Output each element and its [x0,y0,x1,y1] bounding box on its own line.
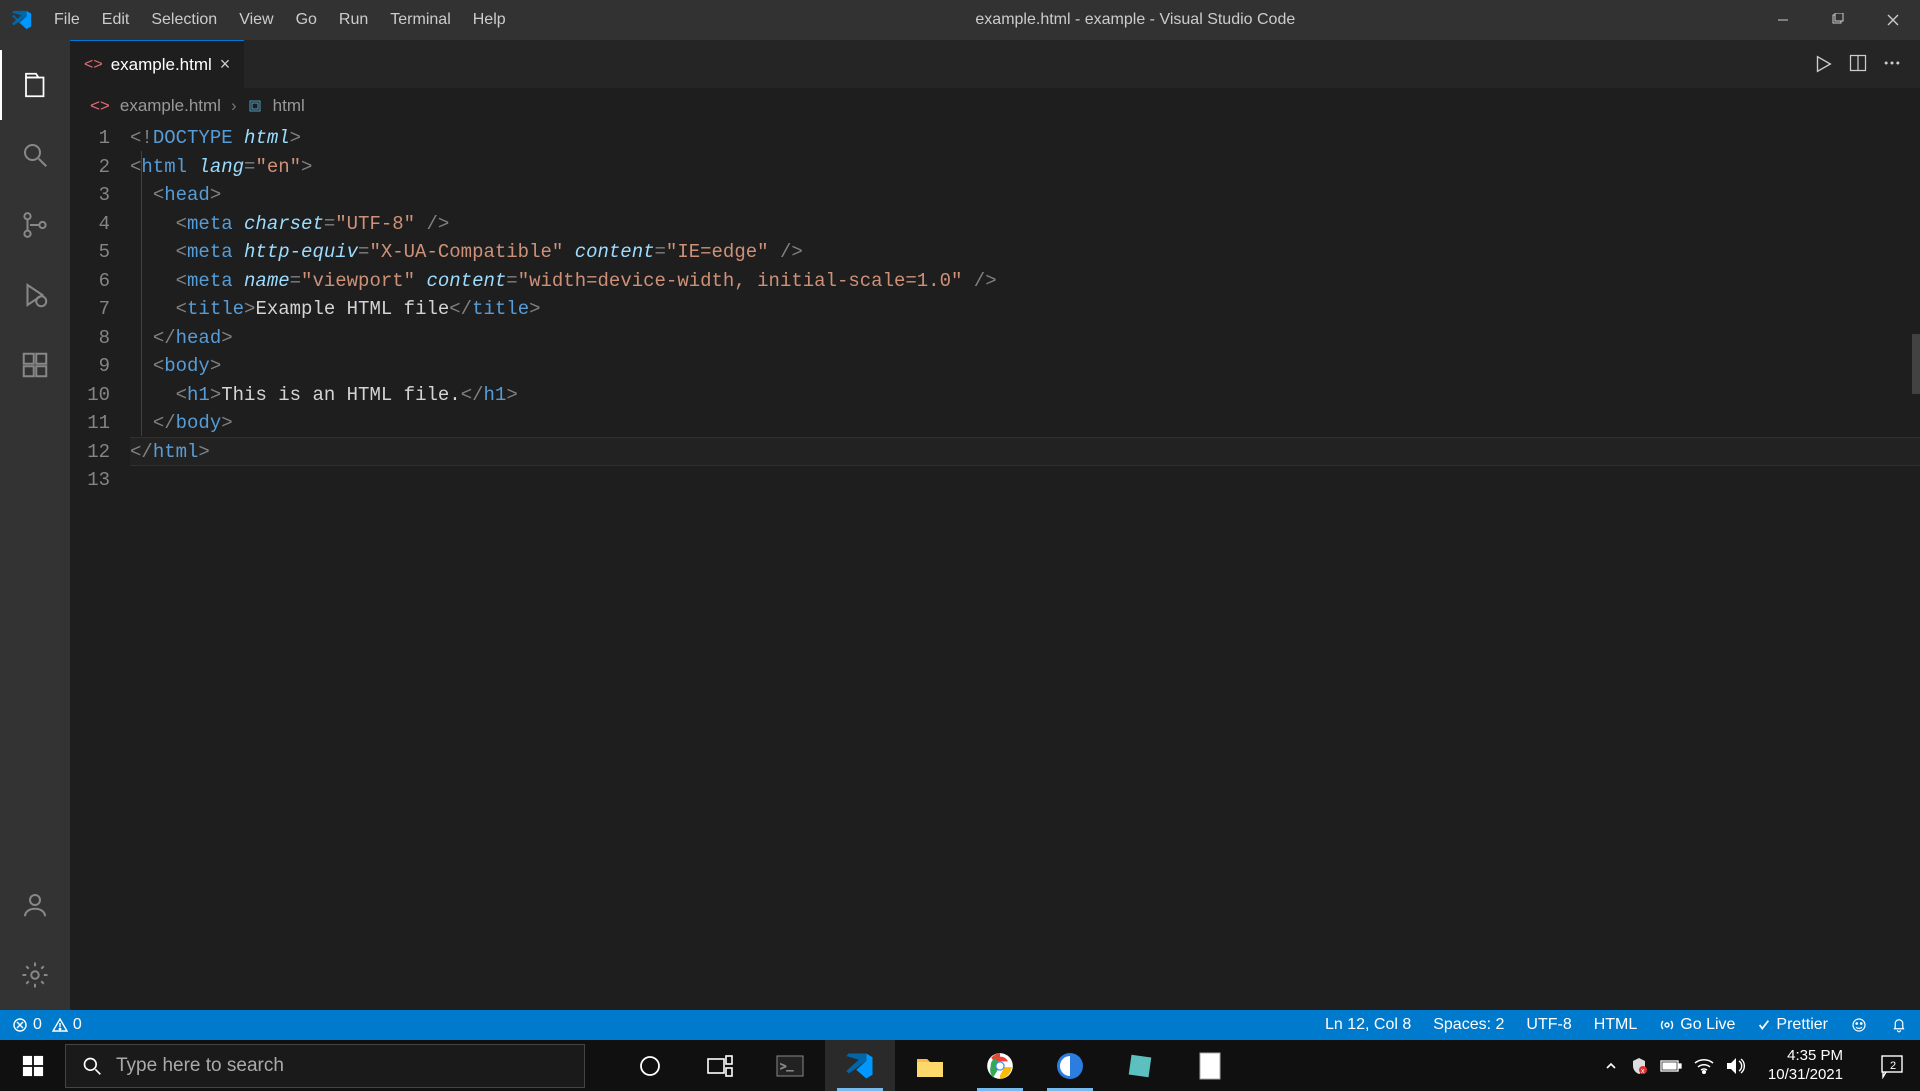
status-encoding[interactable]: UTF-8 [1526,1016,1571,1034]
menu-view[interactable]: View [229,5,283,35]
breadcrumb-file[interactable]: example.html [120,96,221,116]
tab-bar: <> example.html × [70,40,1920,88]
menu-run[interactable]: Run [329,5,378,35]
run-icon[interactable] [1812,53,1834,75]
status-warnings[interactable]: 0 [52,1016,82,1034]
editor-area: <> example.html × <> example.html › html… [70,40,1920,1010]
status-bell-icon[interactable] [1890,1016,1908,1034]
status-indentation[interactable]: Spaces: 2 [1433,1016,1504,1034]
terminal-app-icon[interactable]: >_ [755,1040,825,1091]
svg-text:2: 2 [1890,1060,1896,1072]
status-bar: 0 0 Ln 12, Col 8 Spaces: 2 UTF-8 HTML Go… [0,1010,1920,1040]
html-file-icon: <> [90,96,110,116]
minimap[interactable] [1902,124,1920,153]
tray-wifi-icon[interactable] [1694,1058,1714,1074]
minimize-button[interactable] [1755,0,1810,40]
menu-file[interactable]: File [44,5,90,35]
close-button[interactable] [1865,0,1920,40]
tray-security-icon[interactable]: x [1630,1057,1648,1075]
search-icon [82,1056,102,1076]
cortana-icon[interactable] [615,1040,685,1091]
breadcrumb-symbol[interactable]: html [273,96,305,116]
search-placeholder: Type here to search [116,1055,284,1077]
tray-notifications-icon[interactable]: 2 [1865,1040,1920,1091]
tray-chevron-up-icon[interactable] [1604,1059,1618,1073]
svg-text:>_: >_ [780,1062,794,1074]
windows-taskbar: Type here to search >_ x 4:35 PM 10/31/2… [0,1040,1920,1091]
run-debug-icon[interactable] [0,260,70,330]
vscode-logo-icon [10,8,34,32]
extensions-icon[interactable] [0,330,70,400]
symbol-icon [247,98,263,114]
chrome-app-icon[interactable] [965,1040,1035,1091]
vscode-app-icon[interactable] [825,1040,895,1091]
status-language[interactable]: HTML [1594,1016,1638,1034]
menu-bar: File Edit Selection View Go Run Terminal… [44,5,516,35]
file-explorer-icon[interactable] [895,1040,965,1091]
app-icon-blue[interactable] [1035,1040,1105,1091]
explorer-icon[interactable] [0,50,70,120]
app-icon-doc[interactable] [1175,1040,1245,1091]
status-errors[interactable]: 0 [12,1016,42,1034]
line-gutter: 12345678910111213 [70,124,130,1010]
title-bar: File Edit Selection View Go Run Terminal… [0,0,1920,40]
activity-bar [0,40,70,1010]
start-button[interactable] [0,1040,65,1091]
menu-selection[interactable]: Selection [141,5,227,35]
tab-label: example.html [111,55,212,75]
code-content[interactable]: <!DOCTYPE html> <html lang="en"> <head> … [130,124,1920,1010]
status-prettier[interactable]: Prettier [1757,1016,1828,1034]
menu-terminal[interactable]: Terminal [380,5,460,35]
menu-go[interactable]: Go [286,5,327,35]
breadcrumb[interactable]: <> example.html › html [70,88,1920,124]
tray-volume-icon[interactable] [1726,1057,1746,1075]
tray-battery-icon[interactable] [1660,1059,1682,1073]
svg-text:x: x [1641,1068,1645,1075]
tray-clock[interactable]: 4:35 PM 10/31/2021 [1758,1047,1853,1085]
search-icon[interactable] [0,120,70,190]
split-editor-icon[interactable] [1848,53,1868,75]
menu-edit[interactable]: Edit [92,5,140,35]
tab-example-html[interactable]: <> example.html × [70,40,244,88]
status-feedback-icon[interactable] [1850,1016,1868,1034]
tab-close-icon[interactable]: × [220,54,231,75]
window-controls [1755,0,1920,40]
taskbar-search[interactable]: Type here to search [65,1044,585,1088]
task-view-icon[interactable] [685,1040,755,1091]
menu-help[interactable]: Help [463,5,516,35]
status-golive[interactable]: Go Live [1659,1016,1735,1034]
maximize-button[interactable] [1810,0,1865,40]
settings-gear-icon[interactable] [0,940,70,1010]
app-icon-teal[interactable] [1105,1040,1175,1091]
status-cursor-position[interactable]: Ln 12, Col 8 [1325,1016,1411,1034]
html-file-icon: <> [84,56,103,74]
source-control-icon[interactable] [0,190,70,260]
window-title: example.html - example - Visual Studio C… [516,11,1755,29]
system-tray: x 4:35 PM 10/31/2021 2 [1604,1040,1920,1091]
more-actions-icon[interactable] [1882,53,1902,75]
chevron-right-icon: › [231,96,237,116]
code-editor[interactable]: 12345678910111213 <!DOCTYPE html> <html … [70,124,1920,1010]
accounts-icon[interactable] [0,870,70,940]
